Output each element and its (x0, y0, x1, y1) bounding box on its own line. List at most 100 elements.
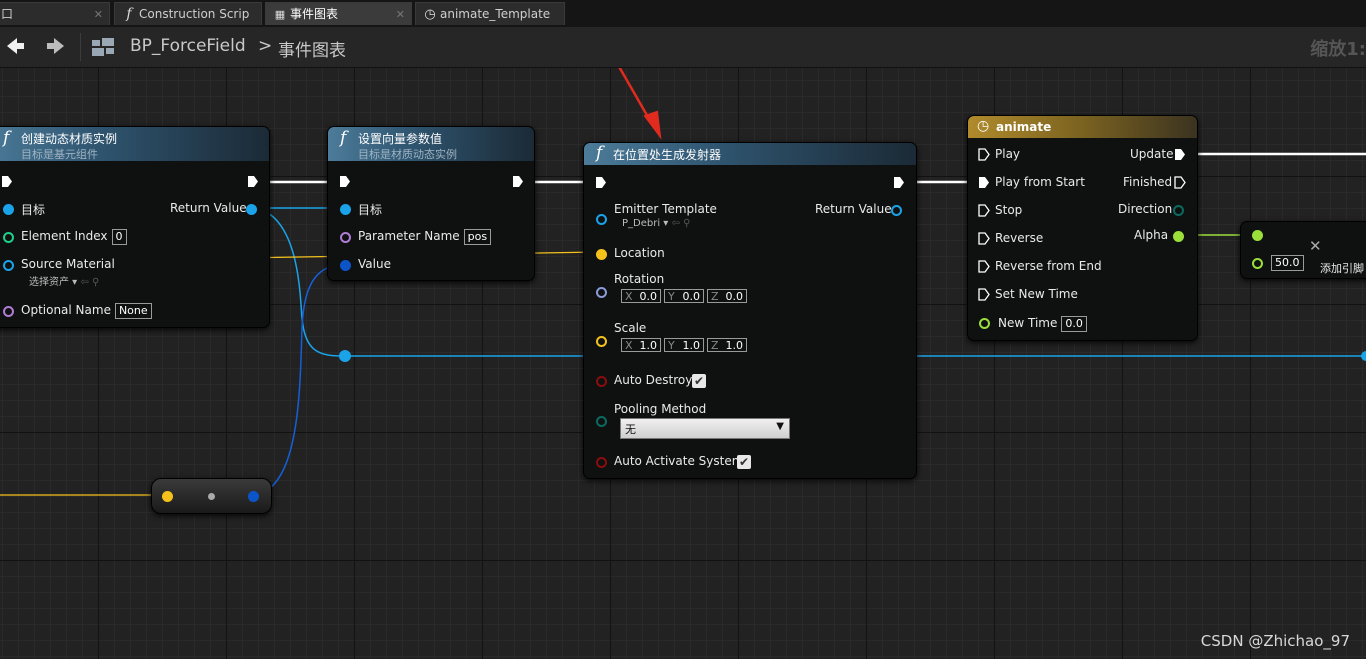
scale-fields: X 1.0 Y 1.0 Z 1.0 (621, 338, 750, 352)
tab-label: animate_Template (440, 7, 551, 21)
exec-in-pin-play[interactable] (978, 148, 990, 161)
new-time-field[interactable]: 0.0 (1061, 316, 1087, 332)
exec-in-pin-reverse-from-end[interactable] (978, 260, 990, 273)
use-selected-icon[interactable]: ⇦ (672, 218, 680, 229)
browse-icon[interactable]: ⚲ (92, 277, 99, 288)
exec-out-pin[interactable] (247, 175, 259, 188)
scale-y-field[interactable]: Y 1.0 (664, 338, 704, 352)
node-header: f 设置向量参数值 目标是材质动态实例 (328, 127, 534, 161)
float-value-field[interactable]: 50.0 (1271, 255, 1304, 271)
optional-name-field[interactable]: None (114, 303, 152, 319)
exec-in-pin[interactable] (1, 175, 13, 188)
exec-in-pin[interactable] (339, 175, 351, 188)
pooling-method-value: 无 (625, 423, 636, 436)
exec-out-pin[interactable] (512, 175, 524, 188)
breadcrumb-blueprint[interactable]: BP_ForceField (130, 36, 246, 56)
node-spawn-emitter-at-location[interactable]: f 在位置处生成发射器 Emitter Template P_Debri ▾ ⇦… (583, 142, 917, 479)
scale-x-field[interactable]: X 1.0 (621, 338, 661, 352)
use-selected-icon[interactable]: ⇦ (80, 277, 88, 288)
zoom-level: 缩放1: (1310, 39, 1366, 60)
pin-label-source-material: Source Material (21, 257, 115, 271)
direction-pin[interactable] (1173, 205, 1184, 216)
node-make-vector[interactable] (151, 478, 272, 514)
return-value-pin[interactable] (246, 204, 257, 215)
pin-label-return-value: Return Value (815, 202, 892, 216)
toolbar-divider (80, 33, 81, 61)
scale-pin[interactable] (596, 336, 607, 347)
node-create-dynamic-material-instance[interactable]: f 创建动态材质实例 目标是基元组件 目标 Return Value Eleme… (0, 126, 270, 328)
rotation-y-value: 0.0 (682, 290, 701, 303)
auto-activate-pin[interactable] (596, 457, 607, 468)
tab-event-graph[interactable]: ▦ 事件图表 ✕ (265, 2, 412, 25)
return-value-pin[interactable] (891, 205, 902, 216)
pin-label-scale: Scale (614, 321, 647, 335)
scale-z-field[interactable]: Z 1.0 (707, 338, 747, 352)
scale-z-value: 1.0 (725, 339, 744, 352)
exec-out-pin-finished[interactable] (1174, 176, 1186, 189)
pin-label-reverse: Reverse (995, 231, 1044, 245)
node-timeline-animate[interactable]: ◷ animate Play Play from Start Stop Reve… (967, 115, 1198, 341)
tab-construction-script[interactable]: f Construction Scrip (114, 2, 262, 25)
exec-out-pin-update[interactable] (1174, 148, 1186, 161)
emitter-template-picker[interactable]: P_Debri ▾ ⇦ ⚲ (622, 218, 690, 229)
graph-toolbar: BP_ForceField > 事件图表 缩放1: (0, 27, 1366, 68)
float-in-pin-b[interactable] (1252, 258, 1263, 269)
breadcrumb-graph[interactable]: 事件图表 (278, 36, 346, 61)
node-set-vector-parameter[interactable]: f 设置向量参数值 目标是材质动态实例 目标 Parameter Name pos… (327, 126, 535, 281)
target-pin[interactable] (3, 204, 14, 215)
axis-y-label: Y (668, 339, 675, 352)
target-pin[interactable] (340, 204, 351, 215)
node-math-operator[interactable]: 50.0 ✕ 添加引脚 (1240, 221, 1366, 279)
rotation-z-field[interactable]: Z 0.0 (707, 289, 747, 303)
parameter-name-pin[interactable] (340, 232, 351, 243)
float-in-pin-a[interactable] (1252, 230, 1263, 241)
exec-in-pin-stop[interactable] (978, 204, 990, 217)
exec-in-pin[interactable] (595, 176, 607, 189)
pooling-method-pin[interactable] (596, 416, 607, 427)
parameter-name-field[interactable]: pos (463, 229, 492, 245)
pooling-method-dropdown[interactable]: 无 ▼ (620, 418, 790, 439)
pin-label-auto-destroy: Auto Destroy (614, 373, 693, 387)
browse-icon[interactable]: ⚲ (683, 218, 690, 229)
pin-label-emitter-template: Emitter Template (614, 202, 717, 216)
close-icon[interactable]: ✕ (396, 3, 405, 25)
element-index-pin[interactable] (3, 232, 14, 243)
rotation-y-field[interactable]: Y 0.0 (664, 289, 704, 303)
auto-destroy-pin[interactable] (596, 376, 607, 387)
auto-activate-checkbox[interactable]: ✔ (737, 455, 751, 469)
pin-label-target: 目标 (358, 203, 383, 217)
exec-in-pin-reverse[interactable] (978, 232, 990, 245)
exec-in-pin-play-from-start[interactable] (978, 176, 990, 189)
tab-animate-template[interactable]: ◷ animate_Template (415, 2, 565, 25)
auto-destroy-checkbox[interactable]: ✔ (692, 374, 706, 388)
struct-out-pin[interactable] (248, 491, 259, 502)
location-pin[interactable] (596, 249, 607, 260)
rotation-pin[interactable] (596, 287, 607, 298)
asset-picker[interactable]: 选择资产 ▾ ⇦ ⚲ (29, 273, 99, 288)
new-time-pin[interactable] (979, 318, 990, 329)
value-pin[interactable] (340, 260, 351, 271)
back-arrow-icon[interactable] (5, 36, 25, 56)
vector-in-pin[interactable] (162, 491, 173, 502)
tab-viewport[interactable]: 口 ✕ (0, 2, 110, 25)
axis-z-label: Z (711, 290, 719, 303)
source-material-pin[interactable] (3, 260, 14, 271)
close-icon[interactable]: ✕ (1309, 237, 1322, 255)
element-index-field[interactable]: 0 (111, 229, 127, 245)
add-pin-button[interactable]: 添加引脚 (1320, 260, 1364, 276)
rotation-x-field[interactable]: X 0.0 (621, 289, 661, 303)
pin-label-alpha: Alpha (1134, 228, 1169, 242)
optional-name-pin[interactable] (3, 306, 14, 317)
scale-x-value: 1.0 (639, 339, 658, 352)
graph-canvas[interactable]: f 创建动态材质实例 目标是基元组件 目标 Return Value Eleme… (0, 68, 1366, 659)
pin-label-stop: Stop (995, 203, 1023, 217)
exec-out-pin[interactable] (893, 176, 905, 189)
emitter-template-pin[interactable] (596, 214, 607, 225)
graph-icon: ▦ (274, 8, 286, 21)
alpha-pin[interactable] (1173, 231, 1184, 242)
forward-arrow-icon[interactable] (46, 36, 66, 56)
function-icon: f (340, 128, 347, 148)
node-header: ◷ animate (968, 116, 1197, 138)
exec-in-pin-set-new-time[interactable] (978, 288, 990, 301)
close-icon[interactable]: ✕ (94, 3, 103, 25)
